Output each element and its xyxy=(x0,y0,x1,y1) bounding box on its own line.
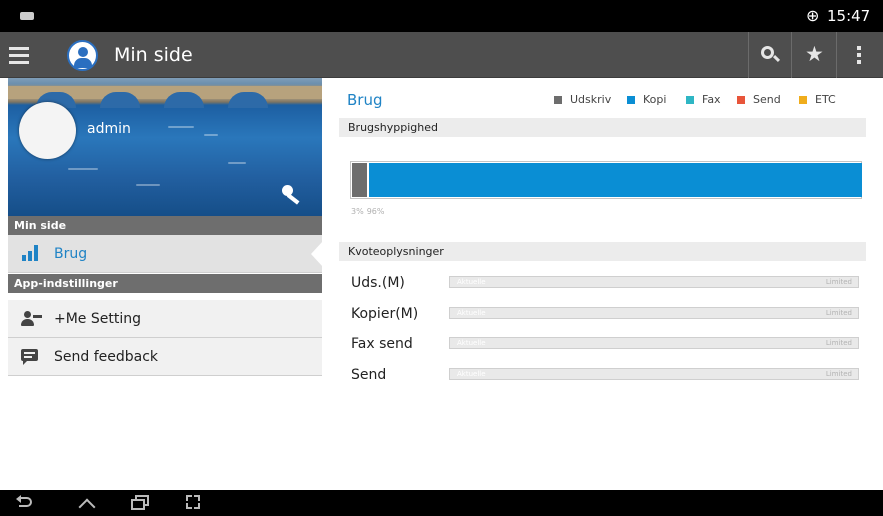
key-icon[interactable] xyxy=(282,185,304,205)
overflow-menu-icon xyxy=(857,46,861,67)
person-settings-icon xyxy=(21,311,43,327)
quota-limit: Limited xyxy=(825,278,852,286)
sidebar-item-send-feedback[interactable]: Send feedback xyxy=(8,338,322,376)
quota-bar: Aktuelle Limited xyxy=(449,368,859,380)
sidebar-item-usage[interactable]: Brug xyxy=(8,235,323,273)
quota-header: Kvoteoplysninger xyxy=(339,242,866,261)
system-nav-bar xyxy=(0,490,883,516)
page-title: Min side xyxy=(114,44,193,66)
home-icon[interactable] xyxy=(78,495,100,516)
favorite-button[interactable]: ★ xyxy=(791,32,836,78)
usage-frequency-bar xyxy=(350,161,862,199)
feedback-icon xyxy=(21,349,39,365)
usage-percent-labels: 3% 96% xyxy=(351,207,387,217)
globe-icon: ⊕ xyxy=(806,6,820,25)
legend-swatch xyxy=(799,96,807,104)
sidebar-item-label: Send feedback xyxy=(54,349,159,365)
status-bar: ⊕ 15:47 xyxy=(0,0,883,32)
legend-swatch xyxy=(627,96,635,104)
quota-limit: Limited xyxy=(825,309,852,317)
percent-copy: 96% xyxy=(366,207,385,216)
recent-apps-icon[interactable] xyxy=(131,495,151,511)
usage-bars-icon xyxy=(22,245,40,261)
quota-limit: Limited xyxy=(825,339,852,347)
quota-current: Aktuelle xyxy=(457,278,486,286)
status-clock: 15:47 xyxy=(827,7,871,25)
usage-bar-copy xyxy=(369,163,862,197)
quota-limit: Limited xyxy=(825,370,852,378)
back-icon[interactable] xyxy=(16,495,36,511)
section-header-app-settings: App-indstillinger xyxy=(8,274,322,293)
quota-label: Fax send xyxy=(351,336,413,352)
notification-icon xyxy=(20,12,34,20)
action-bar: Min side ★ xyxy=(0,32,883,78)
screen: ⊕ 15:47 Min side ★ admin Min side Brug A… xyxy=(0,0,883,516)
quota-bar: Aktuelle Limited xyxy=(449,337,859,349)
overflow-menu-button[interactable] xyxy=(836,32,883,78)
sidebar-item-me-setting[interactable]: +Me Setting xyxy=(8,300,322,338)
usage-legend: Udskriv Kopi Fax Send ETC xyxy=(554,93,867,109)
usage-bar-print xyxy=(352,163,367,197)
frequency-header: Brugshyppighed xyxy=(339,118,866,137)
profile-banner: admin xyxy=(8,78,322,216)
quota-label: Send xyxy=(351,367,387,383)
quota-bar: Aktuelle Limited xyxy=(449,307,859,319)
quota-current: Aktuelle xyxy=(457,370,486,378)
menu-icon[interactable] xyxy=(8,43,30,67)
quota-label: Kopier(M) xyxy=(351,306,419,322)
star-icon: ★ xyxy=(805,42,824,66)
quota-current: Aktuelle xyxy=(457,309,486,317)
legend-swatch xyxy=(737,96,745,104)
legend-swatch xyxy=(554,96,562,104)
sidebar-item-label: Brug xyxy=(54,246,88,262)
section-header-my-page: Min side xyxy=(8,216,322,235)
usage-title: Brug xyxy=(347,91,383,109)
quota-current: Aktuelle xyxy=(457,339,486,347)
username: admin xyxy=(87,121,131,137)
quota-label: Uds.(M) xyxy=(351,275,405,291)
quota-bar: Aktuelle Limited xyxy=(449,276,859,288)
legend-swatch xyxy=(686,96,694,104)
screenshot-icon[interactable] xyxy=(186,495,204,511)
search-button[interactable] xyxy=(748,32,791,78)
user-avatar-icon[interactable] xyxy=(67,40,98,71)
percent-print: 3% xyxy=(351,207,364,216)
profile-avatar[interactable] xyxy=(19,102,76,159)
sidebar-item-label: +Me Setting xyxy=(54,311,142,327)
